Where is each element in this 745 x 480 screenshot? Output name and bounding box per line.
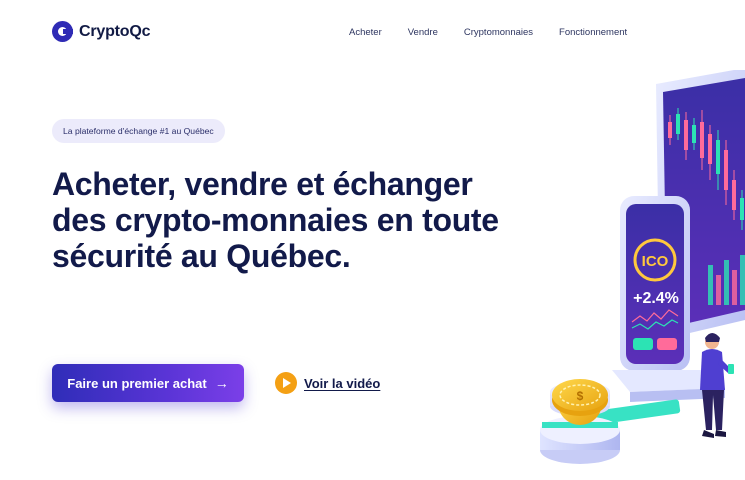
play-icon [275,372,297,394]
watch-video-label: Voir la vidéo [304,375,381,391]
nav-item-cryptomonnaies[interactable]: Cryptomonnaies [464,27,533,38]
nav-item-vendre[interactable]: Vendre [408,27,438,38]
nav-item-fonctionnement[interactable]: Fonctionnement [559,27,627,38]
nav-item-acheter[interactable]: Acheter [349,27,382,38]
hero-badge: La plateforme d'échange #1 au Québec [52,119,225,143]
first-purchase-button[interactable]: Faire un premier achat → [52,364,244,402]
main-nav: Acheter Vendre Cryptomonnaies Fonctionne… [349,27,653,38]
first-purchase-label: Faire un premier achat [67,375,207,391]
ico-label: ICO [642,253,669,270]
coin-stack: $ [540,379,620,464]
headline-line-2: des crypto-monnaies en toute [52,202,499,238]
phone-graphic: ICO +2.4% [620,196,690,371]
watch-video-link[interactable]: Voir la vidéo [275,372,380,394]
crypto-illustration: ICO +2.4% $ [540,70,745,464]
arrow-right-icon: → [214,375,229,391]
brand-logo[interactable]: CryptoQc [52,21,151,42]
person-figure [700,333,734,438]
brand-name: CryptoQc [79,22,151,40]
headline-line-3: sécurité au Québec. [52,238,351,274]
logo-icon [52,21,73,42]
headline-line-1: Acheter, vendre et échanger [52,166,473,202]
hero-headline: Acheter, vendre et échanger des crypto-m… [52,166,552,274]
coin-symbol: $ [577,389,584,403]
change-label: +2.4% [633,290,679,307]
